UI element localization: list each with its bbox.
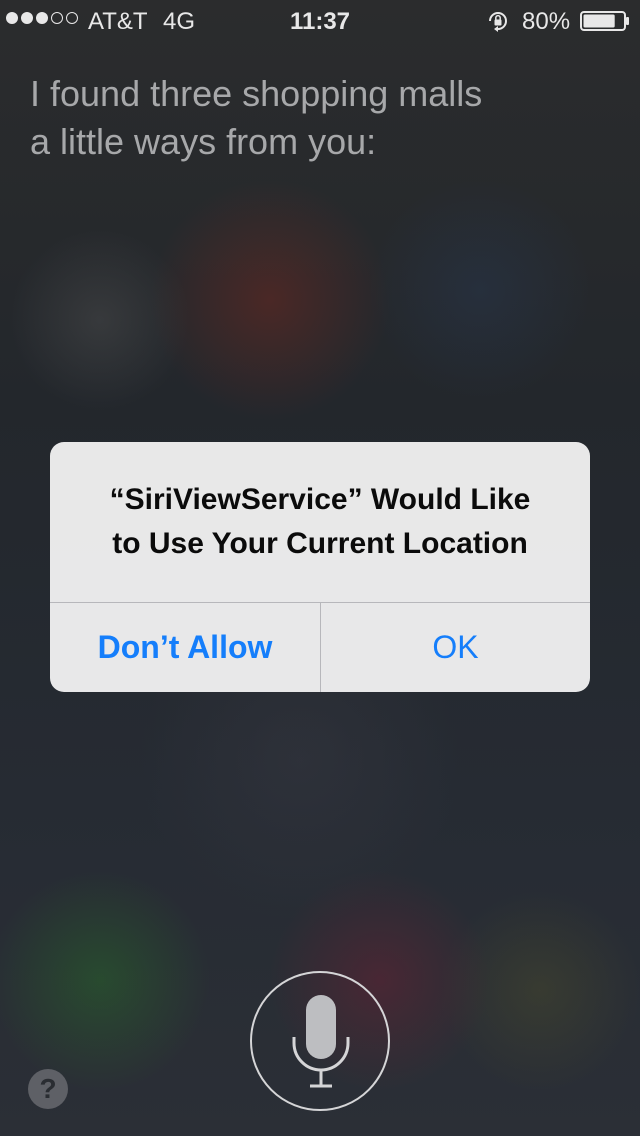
ok-button[interactable]: OK <box>321 603 590 692</box>
dont-allow-button[interactable]: Don’t Allow <box>50 603 320 692</box>
rotation-lock-icon <box>489 12 507 32</box>
alert-title-line-2: to Use Your Current Location <box>112 527 528 560</box>
alert-title: “SiriViewService” Would Like to Use Your… <box>70 478 570 566</box>
battery-icon <box>580 11 629 31</box>
siri-mic-button[interactable] <box>250 971 390 1111</box>
alert-title-line-1: “SiriViewService” Would Like <box>109 483 531 516</box>
siri-response-line-2: a little ways from you: <box>30 121 377 162</box>
siri-response: I found three shopping malls a little wa… <box>30 70 610 166</box>
siri-response-line-1: I found three shopping malls <box>30 73 483 114</box>
location-permission-alert: “SiriViewService” Would Like to Use Your… <box>50 442 590 692</box>
microphone-icon <box>292 995 350 1088</box>
status-bar: AT&T 4G 11:37 80% <box>0 0 640 40</box>
battery-percentage: 80% <box>522 8 571 35</box>
help-button[interactable]: ? <box>28 1069 68 1109</box>
